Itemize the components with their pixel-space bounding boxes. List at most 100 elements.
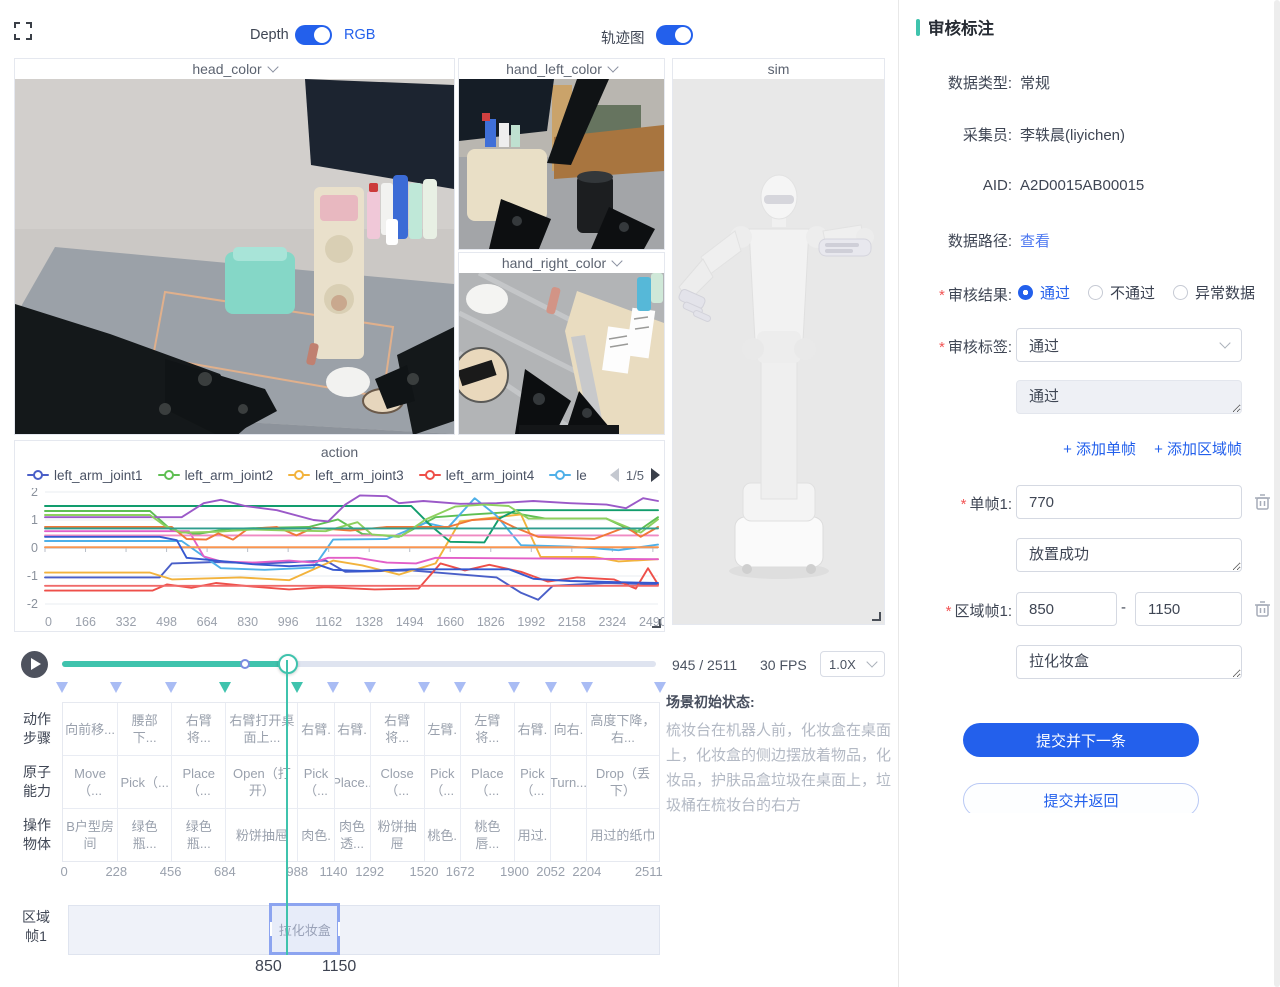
step-column[interactable]: 向前移...Move（...B户型房间	[63, 703, 117, 861]
legend-marker-icon	[549, 470, 571, 480]
single-frame-note-textarea[interactable]: 放置成功	[1016, 538, 1242, 572]
single-frame-dot[interactable]	[240, 659, 250, 669]
legend-item[interactable]: left_arm_joint1	[27, 468, 143, 483]
step-marker-icon[interactable]	[418, 682, 430, 693]
delete-single-frame-icon[interactable]	[1254, 493, 1271, 511]
legend-prev-icon[interactable]	[610, 468, 619, 482]
depth-rgb-toggle[interactable]	[295, 25, 332, 45]
result-radio-option[interactable]: 不通过	[1088, 282, 1155, 303]
review-form: 审核标注 数据类型: 常规 采集员: 李轶晨(liyichen) AID: A2…	[899, 0, 1280, 813]
trajectory-toggle[interactable]	[656, 25, 693, 45]
step-marker-icon[interactable]	[581, 682, 593, 693]
step-column[interactable]: 左臂.Pick（...桃色.	[424, 703, 460, 861]
step-marker-icon[interactable]	[327, 682, 339, 693]
step-marker-icon[interactable]	[508, 682, 520, 693]
svg-text:-2: -2	[27, 597, 38, 611]
review-tag-note-textarea[interactable]: 通过	[1016, 380, 1242, 414]
add-links-row: + 添加单帧 + 添加区域帧	[899, 438, 1280, 462]
scrollbar[interactable]	[1274, 0, 1280, 987]
step-object-cell: 肉色.	[298, 808, 333, 861]
submit-next-button[interactable]: 提交并下一条	[963, 723, 1199, 757]
hand-left-camera-title[interactable]: hand_left_color	[459, 59, 664, 79]
step-column[interactable]: 腰部下...Pick（...绿色瓶...	[117, 703, 171, 861]
region-segment[interactable]: 拉化妆盒	[269, 903, 340, 955]
play-button[interactable]	[21, 651, 48, 678]
step-marker-icon[interactable]	[454, 682, 466, 693]
legend-item[interactable]: left_arm_joint3	[288, 468, 404, 483]
review-tag-select[interactable]: 通过	[1016, 328, 1242, 362]
radio-label: 不通过	[1110, 282, 1155, 303]
step-column[interactable]: 向右.Turn...	[550, 703, 586, 861]
single-frame-input[interactable]	[1016, 485, 1242, 519]
submit-back-button[interactable]: 提交并返回	[963, 783, 1199, 813]
playhead-line	[286, 660, 288, 955]
data-type-row: 数据类型: 常规	[899, 72, 1280, 96]
region-start-tick: 850	[255, 958, 282, 976]
required-asterisk: *	[939, 287, 945, 304]
chevron-down-icon	[866, 656, 877, 667]
legend-item-label: le	[576, 468, 587, 483]
frame-axis-label: 2052	[536, 864, 565, 879]
step-step-cell: 右臂.	[515, 703, 550, 755]
step-object-cell: 桃色.	[425, 808, 460, 861]
svg-text:830: 830	[237, 615, 258, 629]
step-marker-icon[interactable]	[219, 682, 231, 693]
fullscreen-icon[interactable]	[14, 22, 32, 40]
step-marker-icon[interactable]	[110, 682, 122, 693]
svg-text:1: 1	[31, 513, 38, 527]
delete-region-frame-icon[interactable]	[1254, 600, 1271, 618]
legend-item-label: left_arm_joint1	[54, 468, 143, 483]
svg-text:1328: 1328	[355, 615, 383, 629]
step-column[interactable]: 右臂.Place..肉色透...	[334, 703, 370, 861]
result-radio-selected[interactable]: 通过	[1018, 282, 1070, 303]
rgb-label: RGB	[344, 27, 375, 43]
speed-select[interactable]: 1.0X	[820, 651, 885, 677]
add-single-frame-link[interactable]: + 添加单帧	[1063, 438, 1136, 459]
timeline-slider[interactable]	[62, 661, 656, 667]
svg-text:2158: 2158	[558, 615, 586, 629]
svg-text:1660: 1660	[436, 615, 464, 629]
step-marker-icon[interactable]	[545, 682, 557, 693]
step-marker-icon[interactable]	[364, 682, 376, 693]
svg-text:1992: 1992	[517, 615, 545, 629]
region-frame-note-textarea[interactable]: 拉化妆盒	[1016, 645, 1242, 679]
single-frame-note-row: 放置成功	[899, 538, 1280, 562]
step-marker-icon[interactable]	[654, 682, 666, 693]
region-track[interactable]: 拉化妆盒	[68, 905, 660, 955]
step-ability-cell: Pick（...	[425, 755, 460, 808]
step-marker-icon[interactable]	[291, 682, 303, 693]
head-camera-title[interactable]: head_color	[15, 59, 454, 79]
resize-corner-icon[interactable]	[872, 612, 881, 621]
step-column[interactable]: 右臂.Pick（...肉色.	[297, 703, 333, 861]
step-step-cell: 右臂.	[335, 703, 370, 755]
data-path-view-link[interactable]: 查看	[1020, 230, 1050, 251]
step-column[interactable]: 右臂.Pick（...用过.	[514, 703, 550, 861]
step-column[interactable]: 左臂将...Place（...桃色唇...	[460, 703, 514, 861]
legend-item[interactable]: left_arm_joint2	[158, 468, 274, 483]
hand-right-camera-title[interactable]: hand_right_color	[459, 253, 664, 273]
slider-handle[interactable]	[278, 654, 298, 674]
hand-left-title-text: hand_left_color	[506, 61, 602, 77]
region-start-input[interactable]	[1016, 592, 1117, 626]
review-panel-title: 审核标注	[928, 15, 994, 39]
steps-row-label: 原子能力	[14, 755, 60, 808]
step-column[interactable]: 右臂将...Place（...绿色瓶...	[171, 703, 225, 861]
toggle-knob	[314, 27, 330, 43]
region-frame-label: *区域帧1:	[899, 600, 1012, 621]
step-column[interactable]: 高度下降，右...Drop（丢下）用过的纸巾	[586, 703, 659, 861]
radio-label: 通过	[1040, 282, 1070, 303]
region-track-label-text: 区域帧1	[20, 908, 52, 946]
collector-row: 采集员: 李轶晨(liyichen)	[899, 124, 1280, 148]
sim-panel: sim	[672, 58, 885, 625]
step-marker-icon[interactable]	[165, 682, 177, 693]
legend-next-icon[interactable]	[651, 468, 660, 482]
hand-left-camera-panel: hand_left_color	[458, 58, 665, 250]
step-marker-icon[interactable]	[56, 682, 68, 693]
step-column[interactable]: 右臂将...Close（...粉饼抽屉	[370, 703, 424, 861]
legend-item[interactable]: le	[549, 468, 587, 483]
scene-description: 梳妆台在机器人前，化妆盒在桌面上，化妆盒的侧边摆放着物品，化妆品，护肤品盒垃圾在…	[666, 718, 894, 818]
region-end-input[interactable]	[1135, 592, 1242, 626]
result-radio-option[interactable]: 异常数据	[1173, 282, 1255, 303]
add-region-frame-link[interactable]: + 添加区域帧	[1154, 438, 1242, 459]
legend-item[interactable]: left_arm_joint4	[419, 468, 535, 483]
